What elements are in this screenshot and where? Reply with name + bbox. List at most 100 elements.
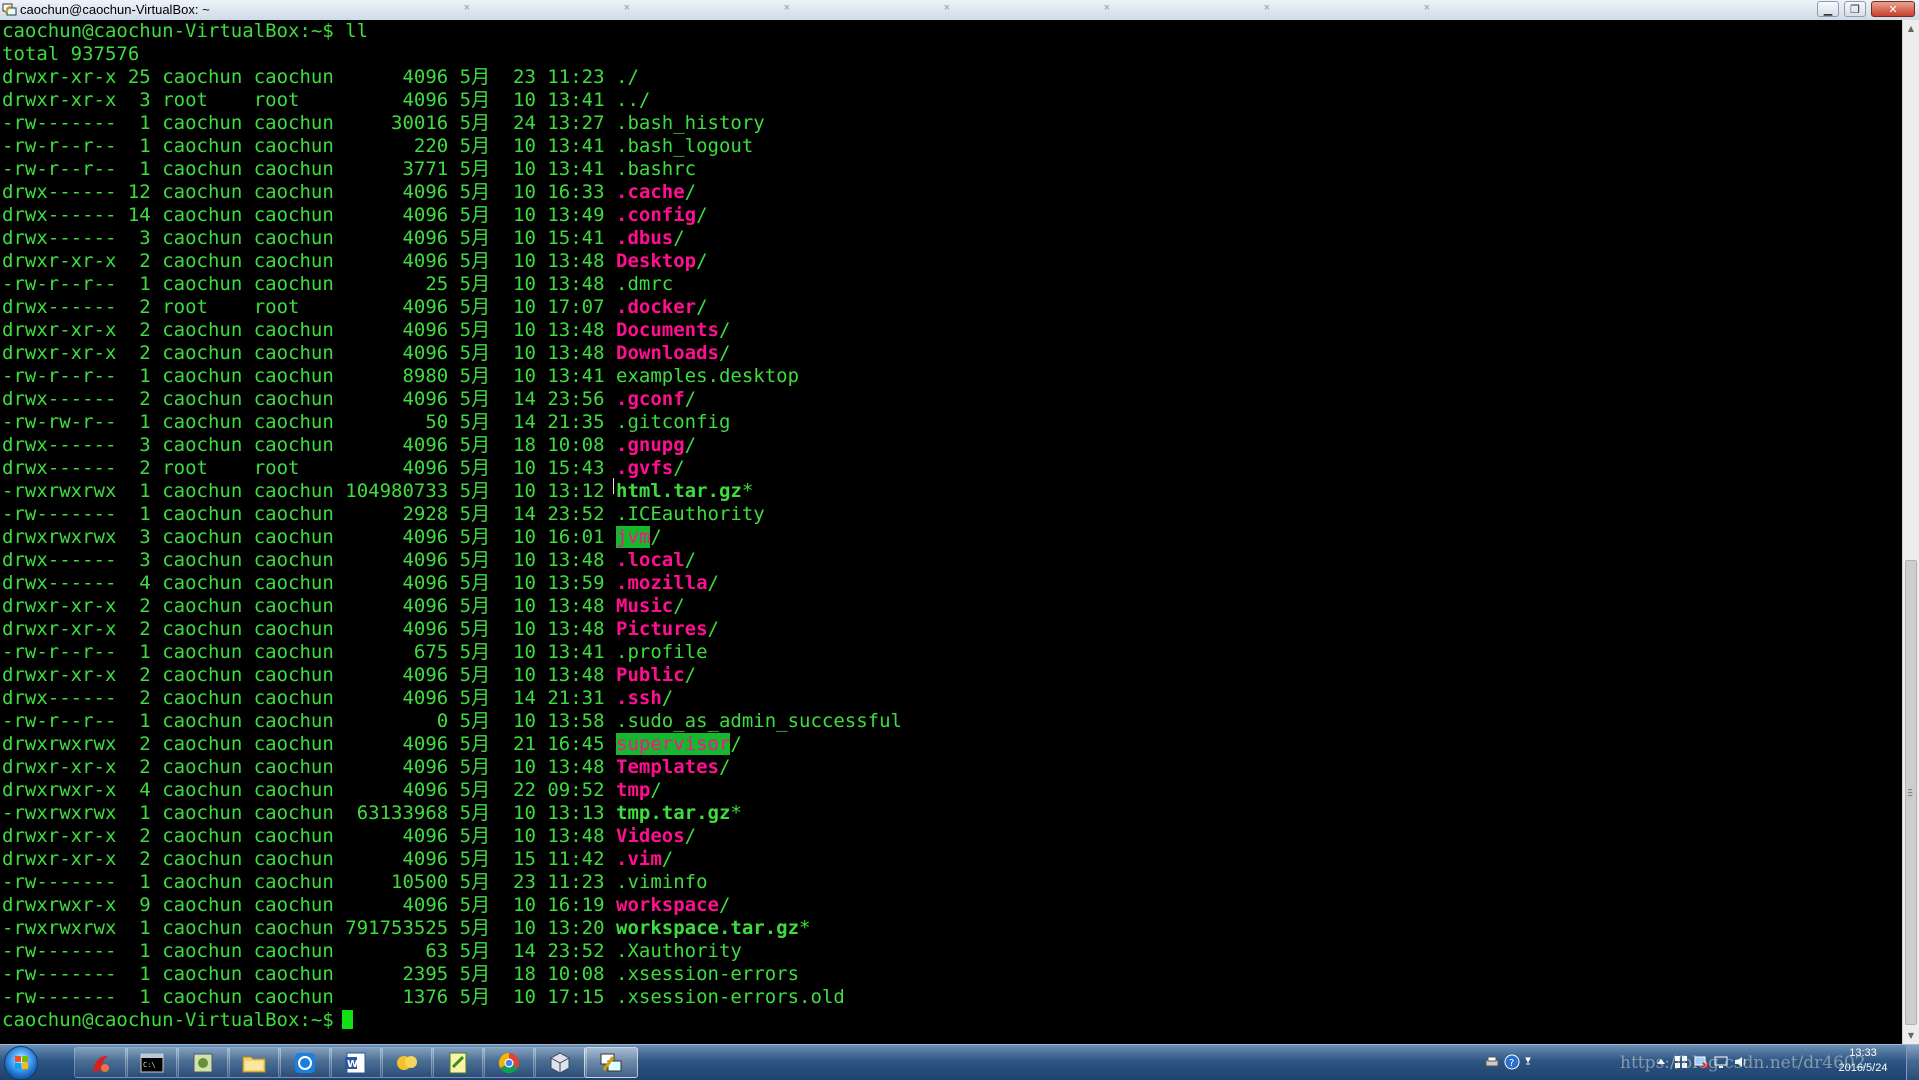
virtualbox-icon [550, 1051, 570, 1074]
file-month: 5月 [459, 986, 491, 1008]
taskbar-app-putty[interactable] [584, 1047, 638, 1078]
maximize-button[interactable]: ❐ [1844, 1, 1866, 17]
file-name: .bash_logout [616, 135, 754, 157]
file-type-suffix: / [696, 204, 708, 226]
file-owner: caochun [162, 871, 243, 893]
tray-overflow-icon[interactable] [1523, 1054, 1533, 1070]
file-owner: caochun [162, 756, 243, 778]
file-owner: caochun [162, 135, 243, 157]
file-group: caochun [253, 572, 334, 594]
taskbar-app-7[interactable] [380, 1047, 434, 1078]
scroll-down-arrow-icon[interactable]: ▼ [1903, 1027, 1919, 1044]
file-time: 13:48 [547, 319, 605, 341]
file-time: 21:31 [547, 687, 605, 709]
file-size: 4096 [402, 756, 449, 778]
shell-prompt: caochun@caochun-VirtualBox:~$ [2, 1009, 334, 1031]
file-owner: caochun [162, 664, 243, 686]
link-count: 2 [139, 319, 151, 341]
file-group: caochun [253, 411, 334, 433]
file-day: 23 [513, 66, 536, 88]
listing-row: drwx------ 12 caochun caochun 4096 5月 10… [2, 181, 902, 204]
file-group: caochun [253, 526, 334, 548]
file-size: 4096 [402, 549, 449, 571]
printer-icon[interactable] [1484, 1054, 1500, 1070]
file-name: workspace.tar.gz [616, 917, 800, 939]
file-day: 14 [513, 687, 536, 709]
file-type-suffix: / [673, 457, 685, 479]
file-size: 25 [425, 273, 449, 295]
scroll-up-arrow-icon[interactable]: ▲ [1903, 20, 1919, 37]
command-line: caochun@caochun-VirtualBox:~$ ll [2, 20, 902, 43]
terminal-output[interactable]: caochun@caochun-VirtualBox:~$ ll total 9… [0, 20, 1902, 1044]
file-group: caochun [253, 618, 334, 640]
taskbar-app-virtualbox[interactable] [533, 1047, 587, 1078]
show-desktop-button[interactable] [1906, 1045, 1919, 1080]
link-count: 2 [139, 250, 151, 272]
file-time: 23:52 [547, 940, 605, 962]
listing-row: -rw-r--r-- 1 caochun caochun 675 5月 10 1… [2, 641, 902, 664]
file-permissions: drwxr-xr-x [2, 595, 117, 617]
file-owner: caochun [162, 503, 243, 525]
file-owner: caochun [162, 549, 243, 571]
file-month: 5月 [459, 664, 491, 686]
taskbar-app-explorer[interactable] [227, 1047, 281, 1078]
file-group: caochun [253, 388, 334, 410]
file-time: 13:49 [547, 204, 605, 226]
taskbar-app-notepad[interactable] [431, 1047, 485, 1078]
link-count: 1 [139, 273, 151, 295]
file-name: .cache [616, 181, 685, 203]
taskbar-app-chrome[interactable] [482, 1047, 536, 1078]
file-group: caochun [253, 848, 334, 870]
file-size: 4096 [402, 848, 449, 870]
taskbar-app-browser[interactable] [278, 1047, 332, 1078]
file-name: .gconf [616, 388, 685, 410]
listing-row: drwxr-xr-x 2 caochun caochun 4096 5月 15 … [2, 848, 902, 871]
start-button[interactable] [4, 1046, 38, 1080]
link-count: 2 [139, 664, 151, 686]
scrollbar-thumb[interactable]: ━ ━ ━ [1905, 560, 1917, 1025]
file-month: 5月 [459, 250, 491, 272]
link-count: 1 [139, 871, 151, 893]
file-type-suffix: / [684, 181, 697, 203]
file-name: .local [616, 549, 685, 571]
file-day: 23 [513, 871, 536, 893]
link-count: 12 [127, 181, 151, 203]
file-time: 15:41 [547, 227, 605, 249]
file-owner: caochun [162, 595, 243, 617]
minimize-button[interactable]: ▁ [1817, 1, 1839, 17]
file-size: 1376 [402, 986, 449, 1008]
terminal-scrollbar[interactable]: ▲ ━ ━ ━ ▼ [1902, 20, 1919, 1044]
file-name: .. [616, 89, 639, 111]
file-size: 4096 [402, 434, 449, 456]
window-titlebar: caochun@caochun-VirtualBox: ~ × × × × × … [0, 0, 1919, 21]
prompt-line: caochun@caochun-VirtualBox:~$ [2, 1009, 902, 1032]
file-month: 5月 [459, 756, 491, 778]
file-group: root [253, 89, 300, 111]
taskbar-app-word[interactable]: W [329, 1047, 383, 1078]
file-time: 13:58 [547, 710, 605, 732]
close-button[interactable]: ✕ [1871, 1, 1915, 17]
system-clock[interactable]: 13:33 2016/5/24 [1832, 1046, 1894, 1076]
file-permissions: drwx------ [2, 572, 117, 594]
taskbar-app-foxit[interactable] [74, 1047, 128, 1078]
svg-text:C:\: C:\ [143, 1061, 156, 1069]
file-owner: caochun [162, 112, 243, 134]
windows-logo-icon [15, 1056, 28, 1069]
link-count: 2 [139, 687, 151, 709]
file-group: caochun [253, 549, 334, 571]
file-time: 17:07 [547, 296, 605, 318]
link-count: 1 [139, 503, 151, 525]
file-group: caochun [253, 963, 334, 985]
file-permissions: drwxr-xr-x [2, 250, 117, 272]
link-count: 3 [139, 549, 151, 571]
file-permissions: drwx------ [2, 204, 117, 226]
help-icon[interactable]: ? [1504, 1054, 1520, 1070]
file-group: caochun [253, 756, 334, 778]
taskbar-app-cmd[interactable]: C:\ [125, 1047, 179, 1078]
file-day: 10 [513, 825, 536, 847]
taskbar-app-3[interactable] [176, 1047, 230, 1078]
listing-row: drwxrwxr-x 9 caochun caochun 4096 5月 10 … [2, 894, 902, 917]
link-count: 25 [127, 66, 151, 88]
file-size: 4096 [402, 733, 449, 755]
notepad-icon [449, 1052, 467, 1073]
